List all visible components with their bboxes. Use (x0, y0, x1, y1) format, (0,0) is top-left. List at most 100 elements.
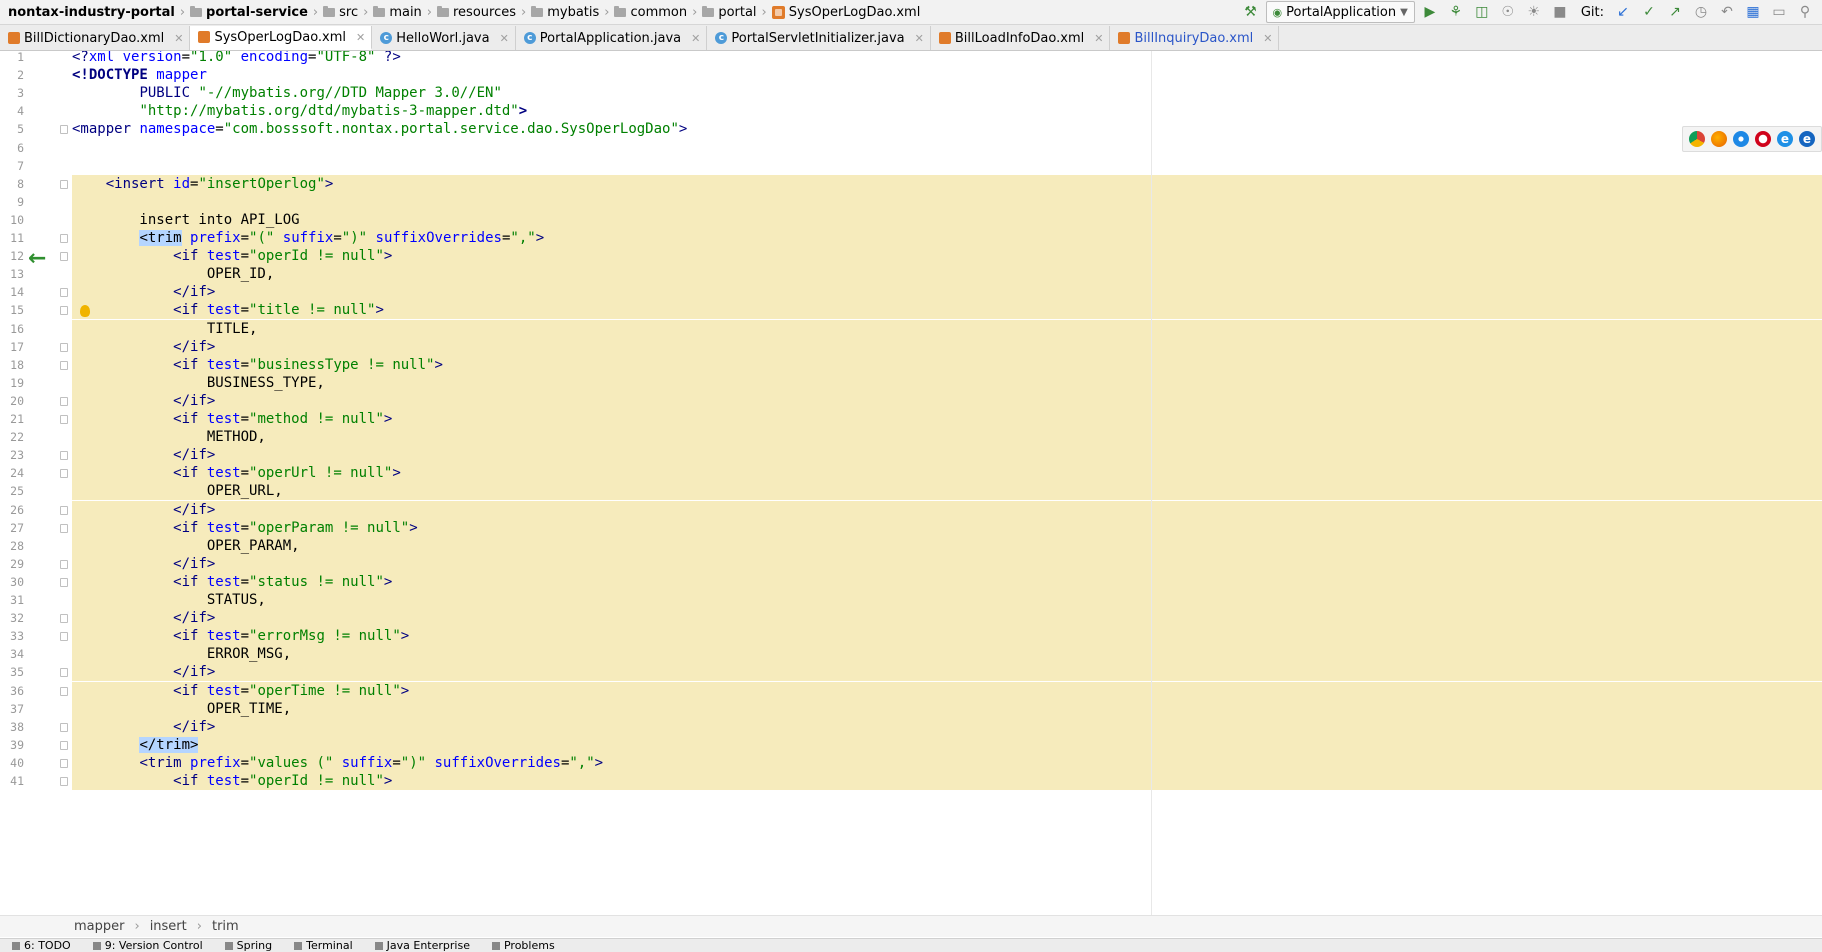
run-icon[interactable]: ▶ (1419, 1, 1441, 23)
fold-marker-icon[interactable] (60, 758, 68, 768)
code-line[interactable]: 31 STATUS, (0, 591, 1822, 610)
close-icon[interactable]: ✕ (500, 32, 509, 45)
profile-icon[interactable]: ☉ (1497, 1, 1519, 23)
fold-marker-icon[interactable] (60, 125, 68, 135)
editor-tab[interactable]: BillInquiryDao.xml ✕ (1110, 26, 1280, 50)
close-icon[interactable]: ✕ (691, 32, 700, 45)
fold-marker-icon[interactable] (60, 668, 68, 678)
code-line[interactable]: 2 <!DOCTYPE mapper (0, 66, 1822, 84)
fold-marker-icon[interactable] (60, 632, 68, 642)
git-push-icon[interactable]: ↗ (1664, 1, 1686, 23)
build-hammer-icon[interactable]: ⚒ (1240, 1, 1262, 23)
code-line[interactable]: 13 OPER_ID, (0, 265, 1822, 284)
code-line[interactable]: 18 <if test="businessType != null"> (0, 355, 1822, 374)
code-line[interactable]: 16 TITLE, (0, 319, 1822, 338)
code-line[interactable]: 35 </if> (0, 663, 1822, 682)
fold-marker-icon[interactable] (60, 252, 68, 262)
breadcrumb-item[interactable]: nontax-industry-portal (6, 5, 177, 20)
code-line[interactable]: 4 "http://mybatis.org/dtd/mybatis-3-mapp… (0, 102, 1822, 120)
fold-marker-icon[interactable] (60, 559, 68, 569)
code-line[interactable]: 9 (0, 192, 1822, 211)
fold-marker-icon[interactable] (60, 306, 68, 316)
code-line[interactable]: 38 </if> (0, 717, 1822, 736)
fold-marker-icon[interactable] (60, 722, 68, 732)
lightbulb-icon[interactable] (80, 305, 90, 317)
close-icon[interactable]: ✕ (915, 32, 924, 45)
git-update-icon[interactable]: ↙ (1612, 1, 1634, 23)
code-breadcrumb-item[interactable]: trim (212, 919, 239, 934)
code-line[interactable]: 25 OPER_URL, (0, 482, 1822, 501)
fold-marker-icon[interactable] (60, 415, 68, 424)
fold-marker-icon[interactable] (60, 288, 68, 298)
code-line[interactable]: 23 </if> (0, 446, 1822, 465)
code-editor[interactable]: 1 <?xml version="1.0" encoding="UTF-8" ?>… (0, 51, 1822, 915)
git-commit-icon[interactable]: ✓ (1638, 1, 1660, 23)
fold-marker-icon[interactable] (60, 577, 68, 587)
editor-tab[interactable]: c HelloWorl.java ✕ (372, 26, 516, 50)
code-line[interactable]: 30 <if test="status != null"> (0, 572, 1822, 591)
history-icon[interactable]: ◷ (1690, 1, 1712, 23)
code-line[interactable]: 26 </if> (0, 500, 1822, 519)
code-line[interactable]: 27 <if test="operParam != null"> (0, 518, 1822, 537)
breadcrumb-item[interactable]: portal (700, 5, 758, 20)
code-line[interactable]: 29 </if> (0, 554, 1822, 573)
code-line[interactable]: 8 <insert id="insertOperlog"> (0, 174, 1822, 193)
code-line[interactable]: 3 PUBLIC "-//mybatis.org//DTD Mapper 3.0… (0, 84, 1822, 102)
breadcrumb-item[interactable]: portal-service (188, 5, 310, 20)
fold-marker-icon[interactable] (60, 777, 68, 786)
code-line[interactable]: 1 <?xml version="1.0" encoding="UTF-8" ?> (0, 51, 1822, 66)
fold-marker-icon[interactable] (60, 469, 68, 479)
tool-window-button[interactable]: 6: TODO (12, 939, 71, 952)
code-line[interactable]: 21 <if test="method != null"> (0, 410, 1822, 429)
stop-icon[interactable]: ■ (1549, 1, 1571, 23)
code-line[interactable]: 28 OPER_PARAM, (0, 536, 1822, 555)
breadcrumb-item[interactable]: mybatis (529, 5, 601, 20)
code-line[interactable]: 19 BUSINESS_TYPE, (0, 373, 1822, 392)
fold-marker-icon[interactable] (60, 342, 68, 352)
opera-icon[interactable] (1755, 131, 1771, 147)
tool-window-button[interactable]: Terminal (294, 939, 353, 952)
code-line[interactable]: 34 ERROR_MSG, (0, 645, 1822, 664)
fold-marker-icon[interactable] (60, 686, 68, 696)
fold-marker-icon[interactable] (60, 523, 68, 533)
revert-icon[interactable]: ↶ (1716, 1, 1738, 23)
code-breadcrumb-item[interactable]: insert (150, 919, 187, 934)
code-line[interactable]: 14 </if> (0, 283, 1822, 302)
fold-marker-icon[interactable] (60, 396, 68, 406)
code-line[interactable]: 11 <trim prefix="(" suffix=")" suffixOve… (0, 229, 1822, 248)
editor-tab[interactable]: c PortalServletInitializer.java ✕ (707, 26, 931, 50)
editor-tab[interactable]: BillDictionaryDao.xml ✕ (0, 26, 191, 50)
breadcrumb-item[interactable]: resources (435, 5, 518, 20)
search-icon[interactable]: ⚲ (1794, 1, 1816, 23)
chrome-icon[interactable] (1689, 131, 1705, 147)
breadcrumb-item[interactable]: src (321, 5, 360, 20)
tool-window-button[interactable]: Java Enterprise (374, 939, 470, 952)
fold-marker-icon[interactable] (60, 614, 68, 624)
close-icon[interactable]: ✕ (1263, 32, 1272, 45)
breadcrumb-item[interactable]: common (612, 5, 689, 20)
debug-icon[interactable]: ⚘ (1445, 1, 1467, 23)
firefox-icon[interactable] (1711, 131, 1727, 147)
ie-icon[interactable]: e (1777, 131, 1793, 147)
editor-tab[interactable]: c PortalApplication.java ✕ (516, 26, 708, 50)
editor-tab[interactable]: SysOperLogDao.xml ✕ (190, 26, 373, 50)
fold-marker-icon[interactable] (60, 179, 68, 189)
code-breadcrumb-item[interactable]: mapper (74, 919, 124, 934)
code-line[interactable]: 17 </if> (0, 337, 1822, 356)
tool-window-button[interactable]: Problems (491, 939, 555, 952)
fold-marker-icon[interactable] (60, 451, 68, 461)
code-line[interactable]: 24 <if test="operUrl != null"> (0, 464, 1822, 483)
fold-marker-icon[interactable] (60, 740, 68, 750)
edge-icon[interactable]: e (1799, 131, 1815, 147)
code-line[interactable]: 15 <if test="title != null"> (0, 301, 1822, 320)
coverage-icon[interactable]: ◫ (1471, 1, 1493, 23)
breadcrumb-item[interactable]: main (371, 5, 423, 20)
code-line[interactable]: 41 <if test="operId != null"> (0, 772, 1822, 791)
run-configuration-select[interactable]: ◉ PortalApplication ▼ (1265, 1, 1415, 23)
terminal-icon[interactable]: ▭ (1768, 1, 1790, 23)
code-line[interactable]: 37 OPER_TIME, (0, 699, 1822, 718)
code-line[interactable]: 40 <trim prefix="values (" suffix=")" su… (0, 753, 1822, 772)
code-line[interactable]: 39 </trim> (0, 735, 1822, 754)
code-line[interactable]: 33 <if test="errorMsg != null"> (0, 627, 1822, 646)
code-line[interactable]: 22 METHOD, (0, 428, 1822, 447)
